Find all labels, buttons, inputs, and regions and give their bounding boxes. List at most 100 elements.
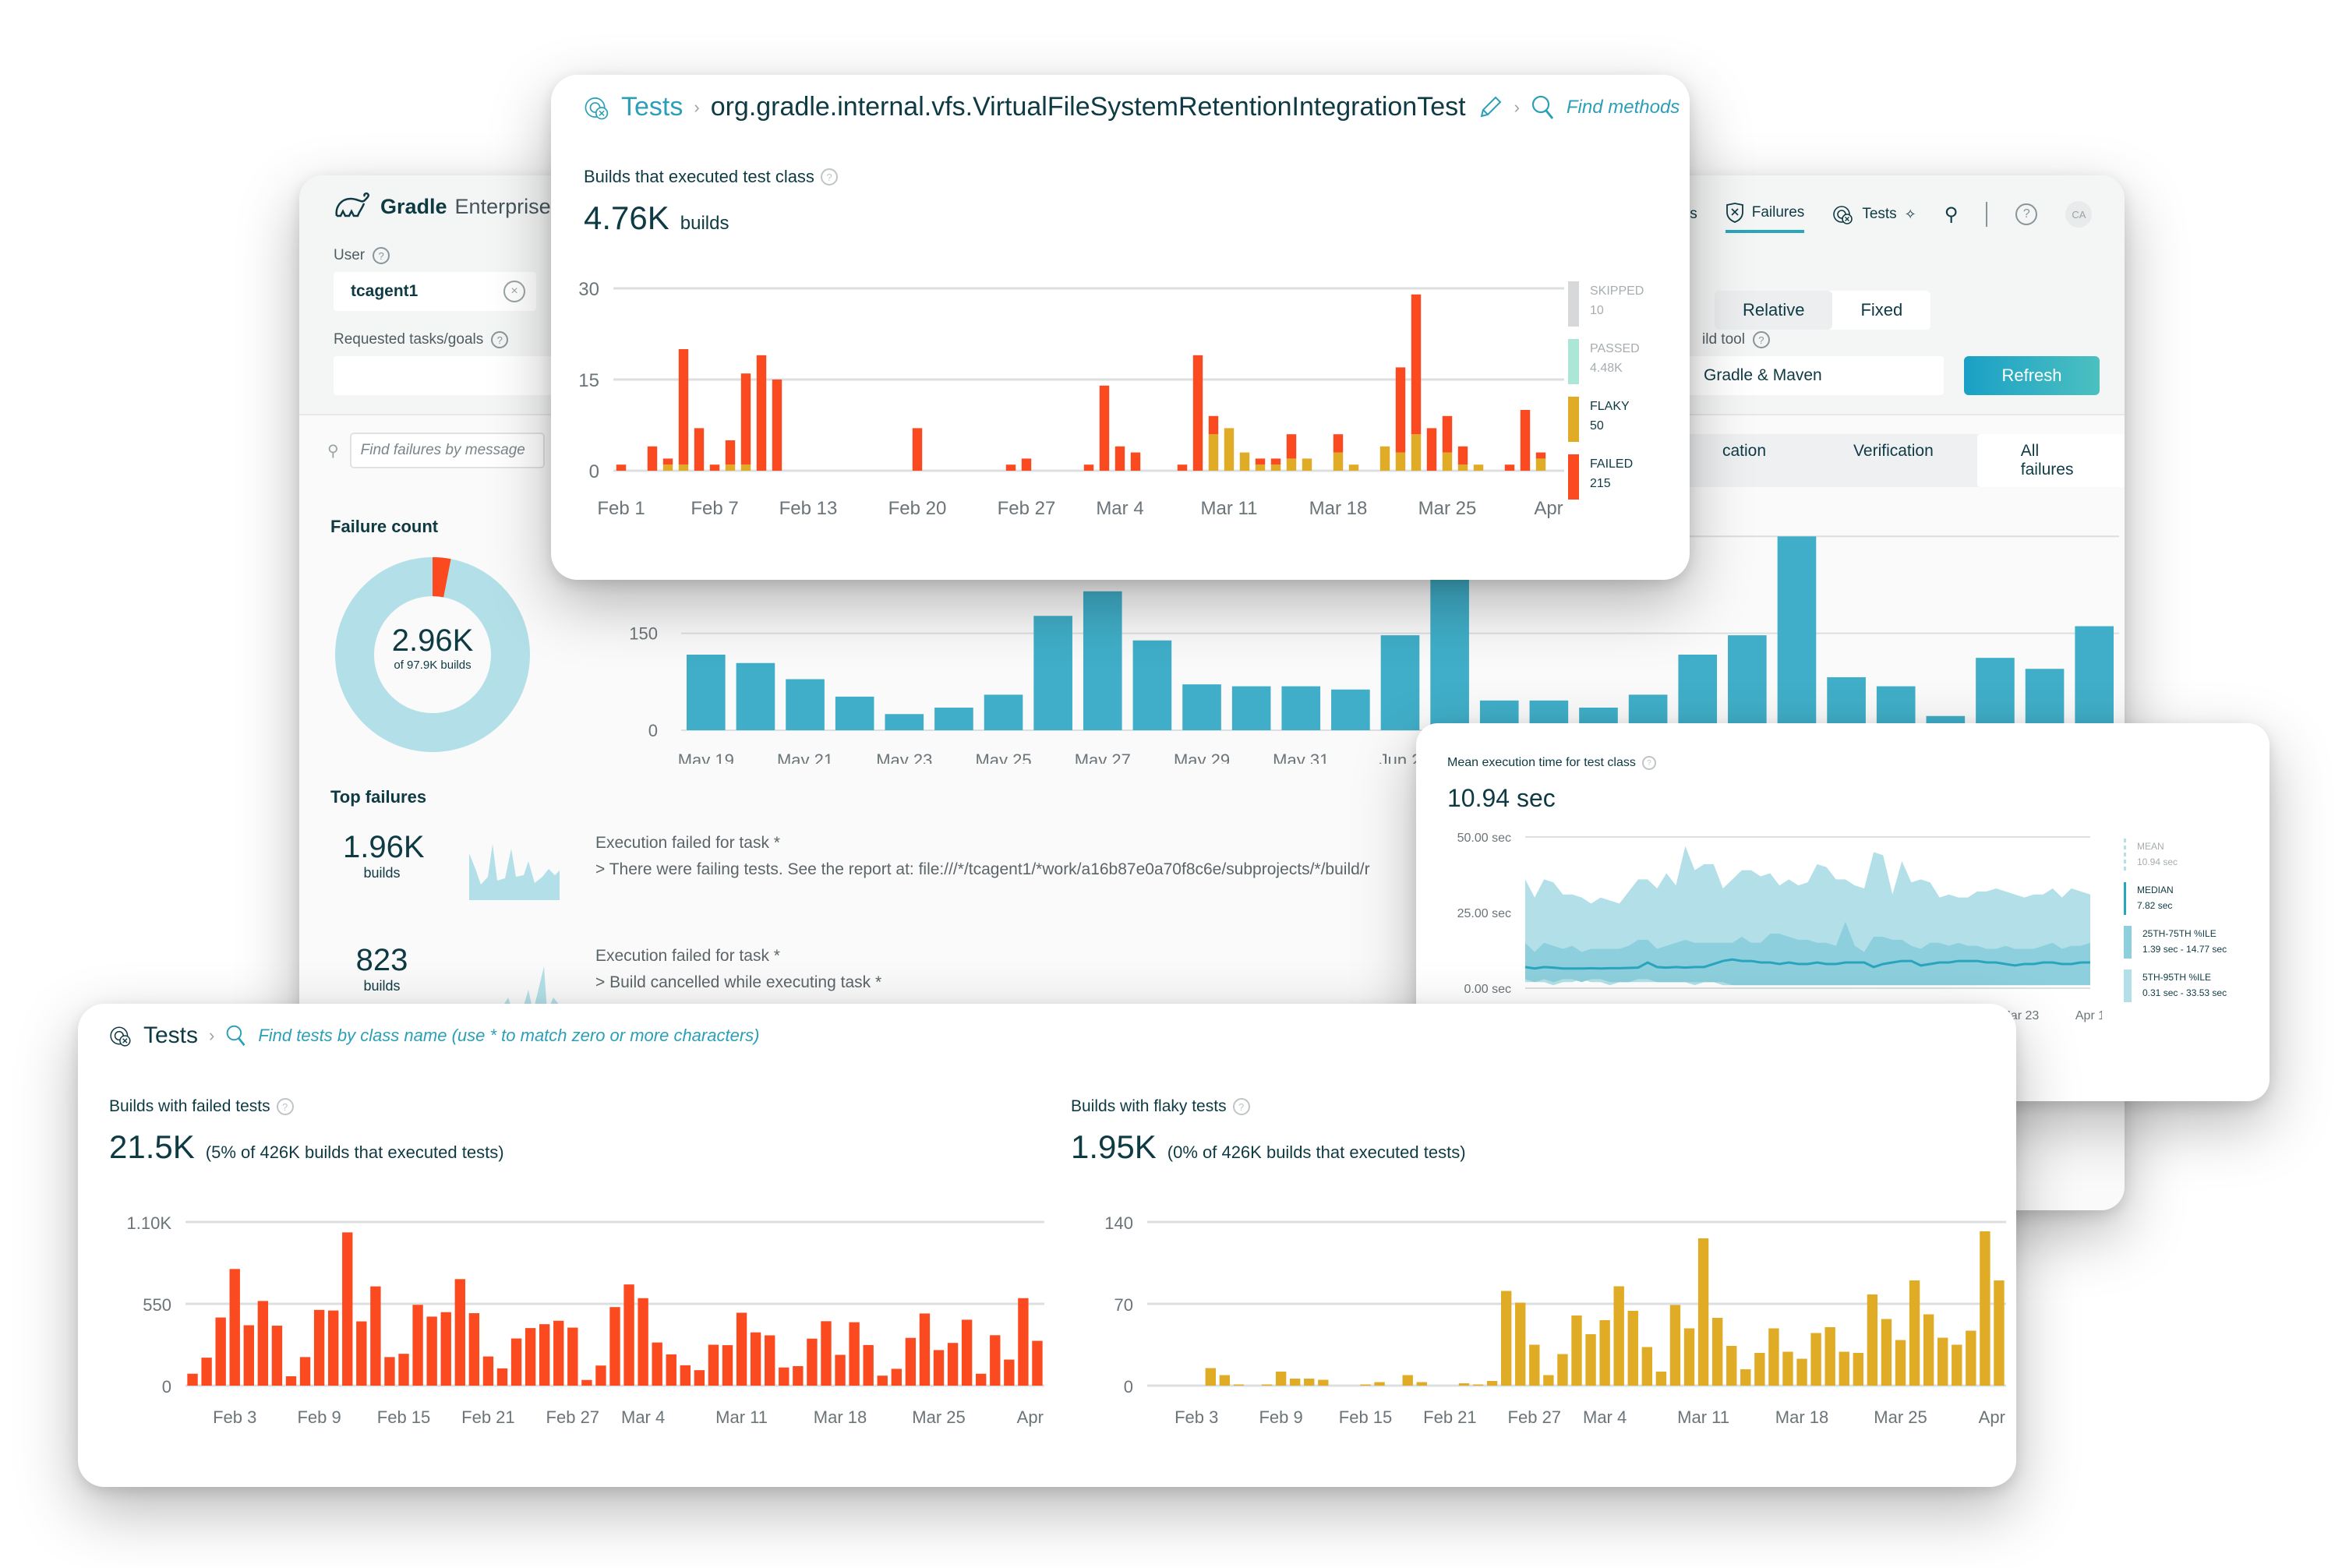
failed-bar xyxy=(740,373,751,465)
help-icon[interactable]: ? xyxy=(2015,203,2038,225)
bar xyxy=(1952,1344,1962,1386)
failure-count: 1.96K xyxy=(343,830,425,864)
bar xyxy=(1032,1340,1043,1386)
time-mode-fixed[interactable]: Fixed xyxy=(1832,291,1930,330)
help-icon[interactable]: ? xyxy=(276,1098,294,1115)
breadcrumb-tests[interactable]: Tests xyxy=(143,1022,198,1049)
tab-all-failures[interactable]: All failures xyxy=(1976,434,2125,487)
legend-label: SKIPPED xyxy=(1590,284,1644,298)
legend-label: PASSED xyxy=(1590,342,1640,355)
time-mode-relative[interactable]: Relative xyxy=(1715,291,1833,330)
x-tick-label: May 23 xyxy=(876,750,932,764)
user-input[interactable]: tcagent1 × xyxy=(334,272,536,311)
help-icon[interactable]: ? xyxy=(491,331,509,348)
legend-swatch xyxy=(2124,839,2126,871)
bar xyxy=(779,1367,789,1386)
legend-value: 0.31 sec - 33.53 sec xyxy=(2142,987,2227,998)
x-tick-label: Feb 20 xyxy=(888,498,947,519)
legend-swatch xyxy=(2124,969,2132,1002)
failure-bar xyxy=(1083,591,1122,730)
x-tick-label: Feb 9 xyxy=(1259,1407,1302,1427)
failed-bar xyxy=(694,428,705,471)
failure-bar xyxy=(1132,640,1172,730)
flaky-bar xyxy=(1270,464,1281,471)
flaky-bar xyxy=(678,464,689,471)
bar xyxy=(1937,1337,1948,1386)
x-tick-label: Feb 3 xyxy=(1174,1407,1218,1427)
x-tick-label: Mar 4 xyxy=(1096,498,1143,519)
x-tick-label: May 21 xyxy=(777,750,833,764)
legend-item[interactable]: MEAN 10.94 sec xyxy=(2124,839,2227,871)
help-icon[interactable]: ? xyxy=(1232,1098,1250,1115)
x-tick-label: Mar 25 xyxy=(1418,498,1477,519)
legend-item-passed[interactable]: PASSED 4.48K xyxy=(1568,339,1644,384)
help-icon[interactable]: ? xyxy=(1641,756,1656,770)
tab-classification[interactable]: cation xyxy=(1679,434,1810,487)
y-tick-label: 0 xyxy=(1124,1377,1133,1397)
failure-bar xyxy=(1976,658,2015,730)
bar xyxy=(793,1365,804,1386)
donut-sub-label: of 97.9K builds xyxy=(394,659,472,672)
bar xyxy=(1782,1351,1793,1386)
flaky-bar xyxy=(1442,452,1453,471)
x-tick-label: May 27 xyxy=(1075,750,1131,764)
bar xyxy=(1669,1305,1681,1386)
bar xyxy=(1416,1382,1427,1386)
brand-logo[interactable]: Gradle Enterprise xyxy=(334,192,551,221)
failure-search-input[interactable]: Find failures by message xyxy=(349,433,545,468)
bar xyxy=(1486,1381,1498,1386)
mean-value: 10.94 sec xyxy=(1447,784,1556,813)
help-icon[interactable]: ? xyxy=(373,247,390,264)
help-icon[interactable]: ? xyxy=(1752,331,1770,348)
bar xyxy=(384,1357,395,1386)
legend-item-flaky[interactable]: FLAKY 50 xyxy=(1568,397,1644,442)
x-tick-label: May 31 xyxy=(1273,750,1329,764)
avatar[interactable]: CA xyxy=(2065,201,2093,228)
legend-item-skipped[interactable]: SKIPPED 10 xyxy=(1568,281,1644,327)
bar xyxy=(426,1316,437,1386)
pencil-icon[interactable] xyxy=(1477,94,1503,121)
search-icon[interactable]: ⚲ xyxy=(1945,203,1959,226)
flaky-bar xyxy=(1457,464,1468,471)
legend-label: MEDIAN xyxy=(2137,885,2174,895)
legend-text: MEDIAN 7.82 sec xyxy=(2137,882,2174,915)
bar xyxy=(990,1335,1001,1386)
legend-value: 10 xyxy=(1590,304,1604,317)
nav-tests[interactable]: Tests ✧ xyxy=(1832,197,1916,231)
legend-item[interactable]: 5TH-95TH %ILE 0.31 sec - 33.53 sec xyxy=(2124,969,2227,1002)
flaky-bar xyxy=(1208,434,1219,471)
failed-bar xyxy=(1208,415,1219,435)
tasks-input[interactable] xyxy=(334,356,567,395)
metric-title-text: Builds that executed test class xyxy=(584,167,814,186)
failure-bar xyxy=(1231,686,1271,730)
find-methods-link[interactable]: Find methods xyxy=(1567,97,1680,118)
failed-bar xyxy=(1457,446,1468,465)
bar xyxy=(750,1332,761,1386)
flaky-tests-title: Builds with flaky tests ? xyxy=(1071,1097,1250,1116)
legend-item[interactable]: 25TH-75TH %ILE 1.39 sec - 14.77 sec xyxy=(2124,926,2227,959)
nav-failures[interactable]: Failures xyxy=(1725,196,1805,233)
legend-item[interactable]: MEDIAN 7.82 sec xyxy=(2124,882,2227,915)
legend-item-failed[interactable]: FAILED 215 xyxy=(1568,454,1644,500)
bar xyxy=(1458,1383,1470,1386)
help-icon[interactable]: ? xyxy=(820,168,838,185)
bar xyxy=(1796,1358,1807,1386)
x-tick-label: Feb 27 xyxy=(1508,1407,1562,1427)
chevron-right-icon: › xyxy=(1514,97,1520,117)
bar xyxy=(1472,1384,1484,1386)
build-tool-select[interactable]: Gradle & Maven xyxy=(1687,356,1944,395)
failed-bar xyxy=(1286,434,1297,459)
legend-label: MEAN xyxy=(2137,841,2164,852)
test-class-search-input[interactable]: Find tests by class name (use * to match… xyxy=(258,1026,759,1046)
bar xyxy=(609,1307,620,1386)
legend-swatch xyxy=(2124,882,2126,915)
refresh-button[interactable]: Refresh xyxy=(1964,356,2100,395)
breadcrumb-tests-link[interactable]: Tests xyxy=(621,92,683,122)
bar xyxy=(1500,1291,1512,1386)
failure-message-line1: Execution failed for task * xyxy=(595,834,780,852)
failure-bar xyxy=(1182,684,1221,730)
x-tick-label: Feb 13 xyxy=(779,498,838,519)
y-tick-label: 1.10K xyxy=(127,1213,172,1233)
clear-icon[interactable]: × xyxy=(503,281,525,302)
tab-verification[interactable]: Verification xyxy=(1810,434,1977,487)
